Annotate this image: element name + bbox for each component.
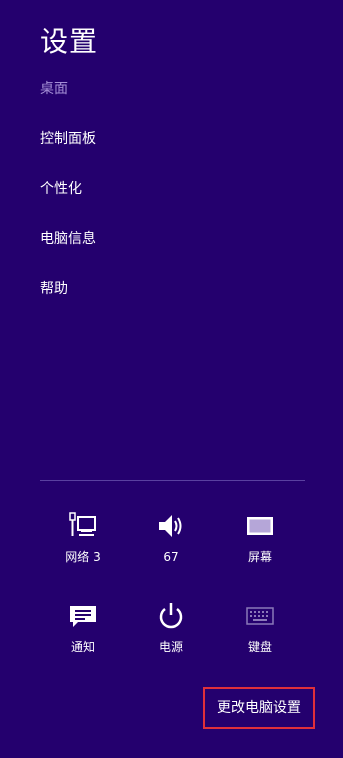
quick-notifications[interactable]: 通知 <box>48 602 118 662</box>
quick-screen[interactable]: 屏幕 <box>225 512 295 572</box>
quick-network[interactable]: 网络 3 <box>48 512 118 572</box>
divider <box>40 480 305 481</box>
volume-label: 67 <box>163 550 179 564</box>
menu-item-personalization[interactable]: 个性化 <box>40 179 82 199</box>
notifications-icon <box>70 606 96 627</box>
quick-power[interactable]: 电源 <box>136 602 206 662</box>
power-icon <box>159 603 183 629</box>
power-label: 电源 <box>158 640 183 654</box>
context-subtitle: 桌面 <box>40 81 68 97</box>
network-label: 网络 3 <box>65 550 101 564</box>
keyboard-label: 键盘 <box>247 640 272 654</box>
screen-label: 屏幕 <box>247 550 272 564</box>
network-icon <box>69 512 96 536</box>
keyboard-icon <box>246 607 274 625</box>
change-pc-settings-label: 更改电脑设置 <box>217 700 301 716</box>
change-pc-settings-button[interactable]: 更改电脑设置 <box>203 687 315 729</box>
page-title: 设置 <box>40 25 99 58</box>
menu-item-pc-info[interactable]: 电脑信息 <box>40 229 96 249</box>
volume-icon <box>159 515 182 537</box>
quick-volume[interactable]: 67 <box>136 512 206 572</box>
screen-icon <box>247 517 273 535</box>
settings-charm: 设置 桌面 控制面板 个性化 电脑信息 帮助 网络 3 67 屏幕 通知 电源 … <box>0 0 343 758</box>
quick-keyboard[interactable]: 键盘 <box>225 602 295 662</box>
notifications-label: 通知 <box>70 640 95 654</box>
menu-item-help[interactable]: 帮助 <box>40 279 68 299</box>
menu-item-control-panel[interactable]: 控制面板 <box>40 129 96 149</box>
